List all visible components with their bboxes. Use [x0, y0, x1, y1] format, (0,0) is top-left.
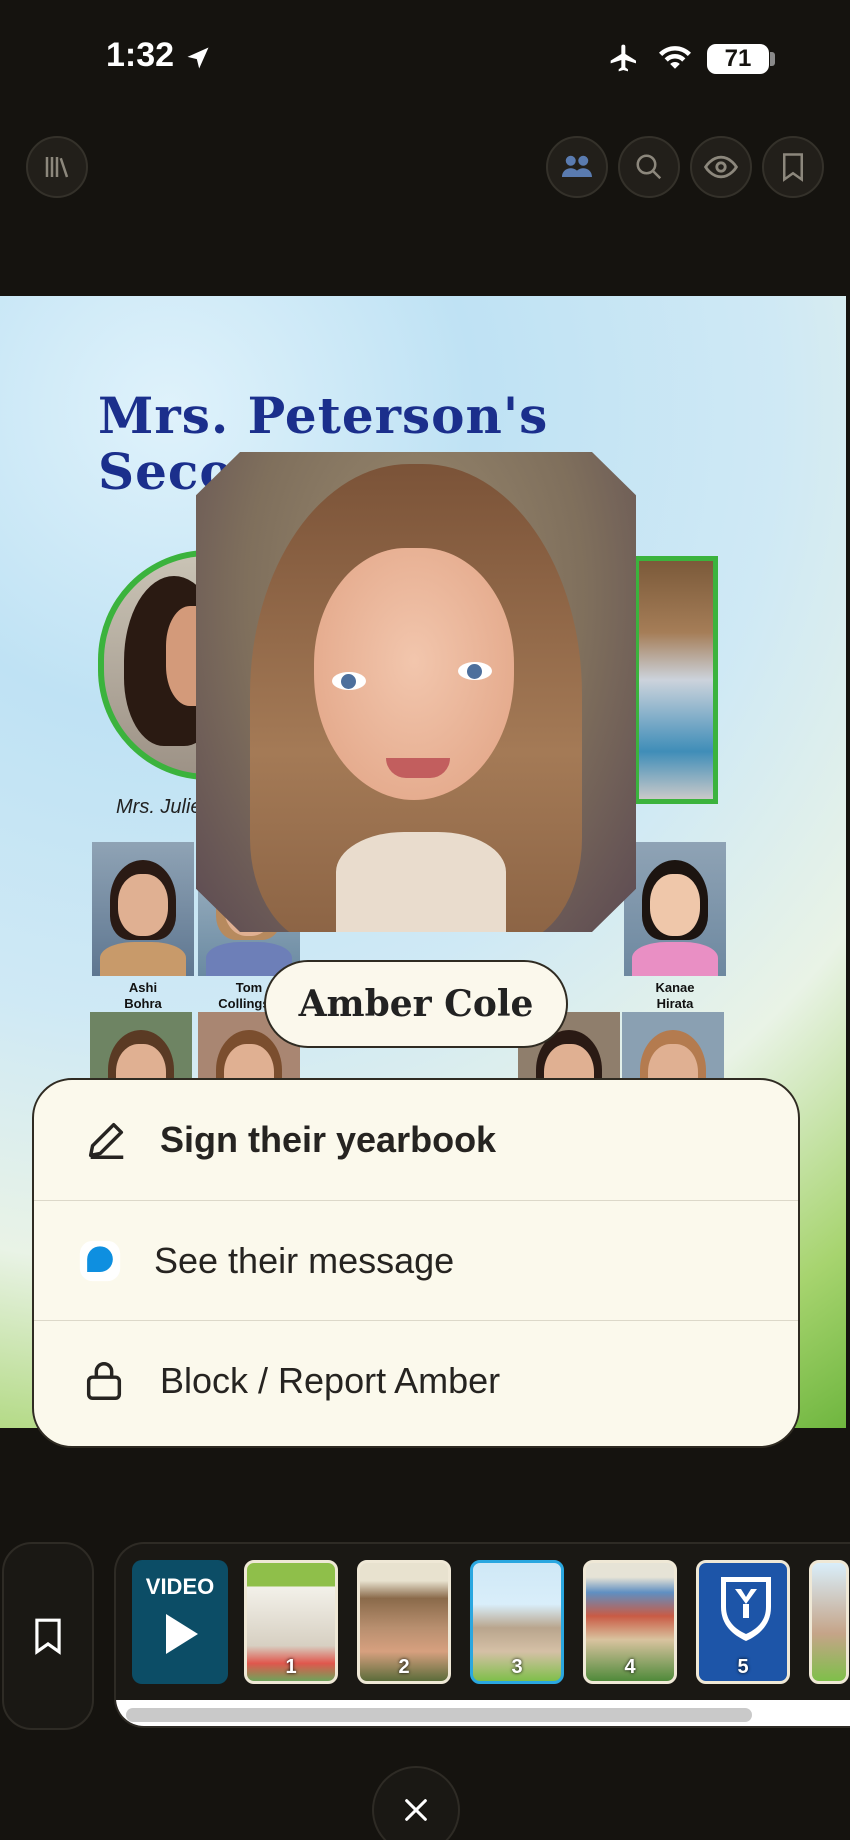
library-button[interactable] [26, 136, 88, 198]
wifi-icon [659, 46, 691, 69]
see-message-item[interactable]: See their message [34, 1200, 798, 1320]
page-number: 2 [398, 1656, 410, 1678]
status-time: 1:32 [106, 36, 175, 74]
pencil-icon [80, 1114, 132, 1166]
page-thumbnail-strip[interactable]: VIDEO 1 2 3 4 5 [114, 1542, 850, 1728]
video-thumbnail[interactable]: VIDEO [132, 1560, 228, 1684]
battery-indicator: 71 [707, 44, 769, 74]
student-name-first: Kanae [655, 980, 695, 995]
block-report-label: Block / Report Amber [160, 1359, 501, 1401]
people-icon [562, 155, 592, 177]
sign-yearbook-label: Sign their yearbook [160, 1119, 497, 1160]
student-name-first: Ashi [128, 980, 158, 995]
student-body [632, 942, 718, 976]
search-icon [636, 154, 662, 180]
student-body [100, 942, 186, 976]
close-icon [405, 1799, 427, 1821]
selected-student-portrait[interactable] [196, 452, 636, 932]
page-thumbnail-3[interactable]: 3 [470, 1560, 564, 1684]
sign-yearbook-item[interactable]: Sign their yearbook [34, 1080, 798, 1200]
student-action-menu: Sign their yearbook See their message Bl… [32, 1078, 800, 1448]
library-icon [45, 157, 69, 178]
portrait-eye-right [458, 662, 492, 680]
student-photo[interactable] [624, 842, 726, 976]
page-thumbnail-6[interactable] [809, 1560, 849, 1684]
bookmark-page-button[interactable] [2, 1542, 94, 1730]
page-thumbnail-2[interactable]: 2 [357, 1560, 451, 1684]
thumbnail-scrollbar[interactable] [116, 1700, 850, 1726]
search-button[interactable] [618, 136, 680, 198]
eye-icon [704, 155, 738, 179]
airplane-icon [610, 44, 636, 72]
bookmark-icon [783, 153, 803, 182]
student-face [650, 874, 700, 936]
teacher-name: Mrs. Julie [116, 796, 202, 818]
student-name-last: Hirata [656, 996, 694, 1011]
battery-cap [770, 52, 775, 66]
portrait-eye-left [332, 672, 366, 690]
bookmark-icon [35, 1618, 61, 1655]
student-name-last: Bohra [124, 996, 162, 1011]
page-thumbnail-1[interactable]: 1 [244, 1560, 338, 1684]
student-name: Ashi Bohra [88, 980, 198, 1012]
portrait-mouth [386, 758, 450, 778]
teacher-photo[interactable] [98, 550, 208, 780]
classroom-photo[interactable] [634, 556, 718, 804]
video-label: VIDEO [145, 1574, 215, 1599]
play-icon [166, 1614, 198, 1654]
status-bar: 1:32 71 [0, 0, 850, 120]
page-number: 4 [624, 1656, 636, 1678]
lock-icon [78, 1355, 130, 1407]
selected-student-name: Amber Cole [264, 960, 568, 1048]
page-thumbnail-4[interactable]: 4 [583, 1560, 677, 1684]
page-number: 1 [285, 1656, 297, 1678]
student-name: Kanae Hirata [620, 980, 730, 1012]
page-number: 5 [737, 1656, 749, 1678]
page-title-line1: Mrs. Peterson's [98, 386, 549, 445]
page-thumbnail-5[interactable]: 5 [696, 1560, 790, 1684]
bookmark-top-button[interactable] [762, 136, 824, 198]
view-button[interactable] [690, 136, 752, 198]
page-number: 3 [511, 1656, 523, 1678]
school-shield-icon [721, 1577, 771, 1641]
student-face [118, 874, 168, 936]
close-button[interactable] [372, 1766, 460, 1840]
student-photo[interactable] [92, 842, 194, 976]
see-message-label: See their message [154, 1239, 455, 1281]
portrait-collar [336, 832, 506, 932]
location-arrow-icon [187, 47, 209, 69]
scrollbar-thumb[interactable] [126, 1708, 752, 1722]
people-button[interactable] [546, 136, 608, 198]
block-report-item[interactable]: Block / Report Amber [34, 1320, 798, 1440]
message-bubble-icon [74, 1235, 126, 1287]
